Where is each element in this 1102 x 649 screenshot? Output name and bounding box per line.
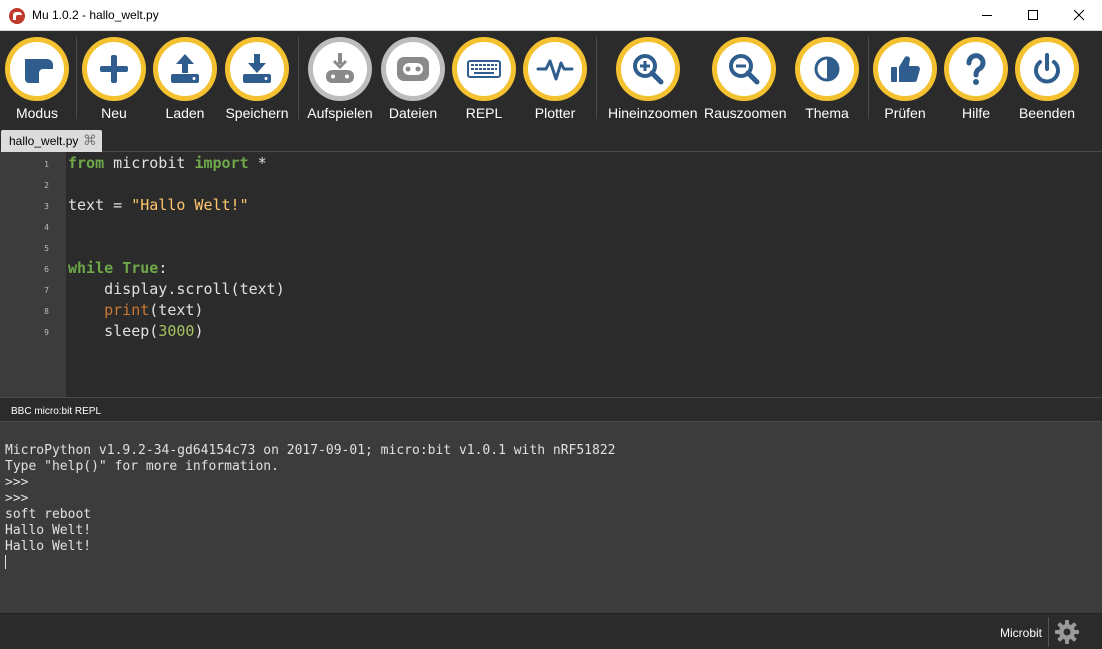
toolbar-divider — [298, 37, 299, 119]
repl-title: BBC micro:bit REPL — [11, 406, 102, 417]
files-button[interactable]: Dateien — [373, 37, 453, 125]
status-bar: Microbit — [0, 614, 1102, 649]
line-number: 5 — [44, 244, 49, 253]
line-number-gutter: 1 2 3 4 5 6 7 8 9 — [0, 152, 66, 397]
close-button[interactable] — [1056, 0, 1102, 30]
zoom-out-button[interactable]: Rauszoomen — [704, 37, 787, 125]
line-number: 7 — [44, 286, 49, 295]
line-number: 8 — [44, 307, 49, 316]
repl-output-line: Hallo Welt! — [5, 523, 92, 538]
text-cursor — [5, 555, 6, 569]
minimize-icon — [982, 15, 992, 16]
repl-output-line: >>> — [5, 475, 29, 490]
line-number: 6 — [44, 265, 49, 274]
maximize-button[interactable] — [1010, 0, 1056, 30]
thumbs-up-icon — [891, 56, 920, 83]
check-label: Prüfen — [884, 105, 926, 121]
mode-button[interactable]: Modus — [0, 37, 77, 125]
toolbar: Modus Neu Laden Speichern Aufspielen Dat… — [0, 31, 1102, 126]
status-divider — [1048, 617, 1049, 647]
plus-icon — [100, 55, 128, 83]
theme-button[interactable]: Thema — [787, 37, 867, 125]
zoom-out-label: Rauszoomen — [704, 105, 787, 121]
tab-close-icon[interactable]: ⌘ — [83, 132, 97, 149]
line-number: 4 — [44, 223, 49, 232]
minimize-button[interactable] — [964, 0, 1010, 30]
quit-button[interactable]: Beenden — [1007, 37, 1087, 125]
line-number: 3 — [44, 202, 49, 211]
maximize-icon — [1028, 10, 1038, 20]
repl-output-line: Type "help()" for more information. — [5, 459, 279, 474]
line-number: 2 — [44, 181, 49, 190]
code-line: print(text) — [104, 301, 204, 319]
code-line: sleep(3000) — [68, 322, 204, 340]
mu-editor-window: Mu 1.0.2 - hallo_welt.py Modus Neu Laden… — [0, 0, 1102, 649]
load-label: Laden — [165, 105, 205, 121]
new-button[interactable]: Neu — [74, 37, 154, 125]
tab-bar: hallo_welt.py ⌘ — [0, 126, 1102, 152]
files-icon — [397, 57, 429, 81]
files-label: Dateien — [388, 105, 438, 121]
save-button[interactable]: Speichern — [217, 37, 297, 125]
save-label: Speichern — [225, 105, 289, 121]
repl-button[interactable]: REPL — [444, 37, 524, 125]
mode-indicator[interactable]: Microbit — [1000, 626, 1042, 640]
repl-output-line: soft reboot — [5, 507, 92, 522]
zoom-in-icon — [633, 54, 664, 85]
question-icon — [966, 53, 986, 85]
code-line: display.scroll(text) — [68, 280, 285, 298]
load-button[interactable]: Laden — [145, 37, 225, 125]
plotter-button[interactable]: Plotter — [515, 37, 595, 125]
mu-logo-icon — [9, 8, 25, 24]
tab-hallo-welt[interactable]: hallo_welt.py ⌘ — [1, 130, 102, 152]
code-editor[interactable]: 1 2 3 4 5 6 7 8 9 from microbit import *… — [0, 152, 1102, 397]
zoom-out-icon — [729, 54, 760, 85]
line-number: 9 — [44, 328, 49, 337]
repl-output-line: MicroPython v1.9.2-34-gd64154c73 on 2017… — [5, 443, 616, 458]
repl-output-line: Hallo Welt! — [5, 539, 92, 554]
keyboard-icon — [467, 60, 501, 78]
plotter-label: Plotter — [534, 105, 576, 121]
close-icon — [1073, 9, 1085, 21]
theme-label: Thema — [805, 105, 849, 121]
pulse-icon — [536, 59, 574, 81]
help-label: Hilfe — [961, 105, 990, 121]
flash-button[interactable]: Aufspielen — [300, 37, 380, 125]
new-label: Neu — [101, 105, 127, 121]
quit-label: Beenden — [1018, 105, 1076, 121]
download-icon — [243, 54, 271, 83]
toolbar-divider — [596, 37, 597, 119]
zoom-in-button[interactable]: Hineinzoomen — [608, 37, 698, 125]
zoom-in-label: Hineinzoomen — [608, 105, 698, 121]
title-bar: Mu 1.0.2 - hallo_welt.py — [0, 0, 1102, 31]
help-button[interactable]: Hilfe — [936, 37, 1016, 125]
repl-console[interactable]: MicroPython v1.9.2-34-gd64154c73 on 2017… — [0, 422, 1102, 614]
mode-icon — [25, 59, 53, 83]
gear-icon[interactable] — [1053, 618, 1081, 646]
code-line: text = "Hallo Welt!" — [68, 196, 249, 214]
repl-label: REPL — [465, 105, 503, 121]
window-title: Mu 1.0.2 - hallo_welt.py — [32, 8, 159, 22]
line-number: 1 — [44, 160, 49, 169]
flash-icon — [326, 53, 354, 83]
repl-output-line: >>> — [5, 491, 29, 506]
code-line: from microbit import * — [68, 154, 267, 172]
flash-label: Aufspielen — [307, 105, 373, 121]
contrast-icon — [814, 56, 840, 82]
check-button[interactable]: Prüfen — [865, 37, 945, 125]
repl-header: BBC micro:bit REPL — [0, 397, 1102, 422]
upload-icon — [171, 54, 199, 83]
power-icon — [1034, 53, 1060, 84]
tab-label: hallo_welt.py — [9, 134, 79, 148]
mode-label: Modus — [15, 105, 59, 121]
code-line: while True: — [68, 259, 168, 277]
